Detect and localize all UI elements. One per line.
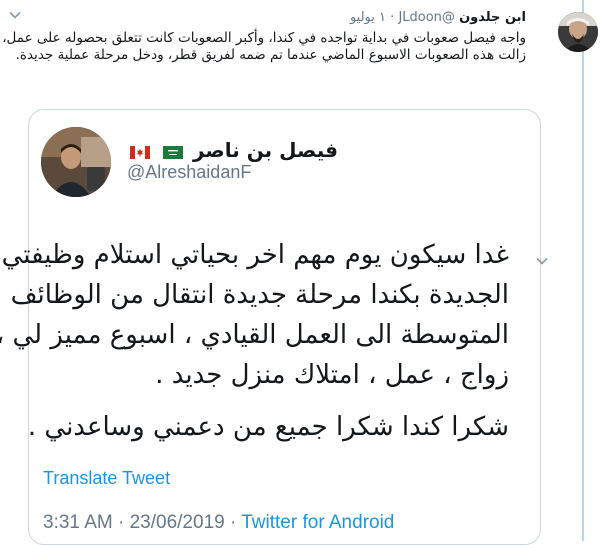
separator-dot: · (118, 512, 125, 533)
tweet-date[interactable]: ١ يوليو (350, 10, 386, 25)
author-handle[interactable]: @AlreshaidanF (127, 162, 251, 183)
quoted-author: فيصل بن ناصر (127, 138, 338, 164)
tweet-date[interactable]: 23/06/2019 (130, 512, 225, 533)
separator-dot: · (229, 512, 237, 533)
saudi-flag-icon (162, 140, 183, 164)
avatar[interactable] (558, 12, 598, 52)
author-name[interactable]: ابن جلدون (459, 10, 526, 25)
quoted-tweet-text: غدا سيكون يوم مهم اخر بحياتي استلام وظيف… (0, 235, 509, 447)
tweet-text-line: غدا سيكون يوم مهم اخر بحياتي استلام وظيف… (1, 240, 509, 270)
tweet-meta: 3:31 AM · 23/06/2019 · Twitter for Andro… (43, 512, 394, 534)
avatar[interactable] (41, 127, 111, 197)
tweet-source-link[interactable]: Twitter for Android (241, 512, 394, 533)
thread-rail (582, 0, 584, 541)
tweet-text: واجه فيصل صعوبات في بداية تواجده في كندا… (2, 30, 526, 63)
chevron-down-icon[interactable] (535, 254, 549, 268)
tweet-text-line: زواج ، عمل ، امتلاك منزل جديد . (155, 360, 509, 390)
canada-flag-icon (130, 140, 150, 164)
quoted-tweet[interactable]: فيصل بن ناصر @AlreshaidanF غدا سيكون يوم… (0, 109, 548, 545)
chevron-down-icon[interactable] (8, 8, 22, 22)
tweet-text-line: الجديدة بكندا مرحلة جديدة انتقال من الوظ… (10, 280, 509, 310)
separator-dot: · (390, 10, 395, 25)
tweet-text-line: شكرا كندا شكرا جميع من دعمني وساعدني . (27, 412, 509, 442)
tweet-time[interactable]: 3:31 AM (43, 512, 113, 533)
tweet-text-line: المتوسطة الى العمل القيادي ، اسبوع مميز … (0, 320, 509, 350)
outer-tweet-header: ابن جلدون @JLdoon · ١ يوليو (350, 10, 526, 25)
translate-tweet-link[interactable]: Translate Tweet (43, 468, 170, 489)
author-name[interactable]: فيصل بن ناصر (193, 138, 338, 162)
author-handle[interactable]: @JLdoon (398, 10, 454, 25)
